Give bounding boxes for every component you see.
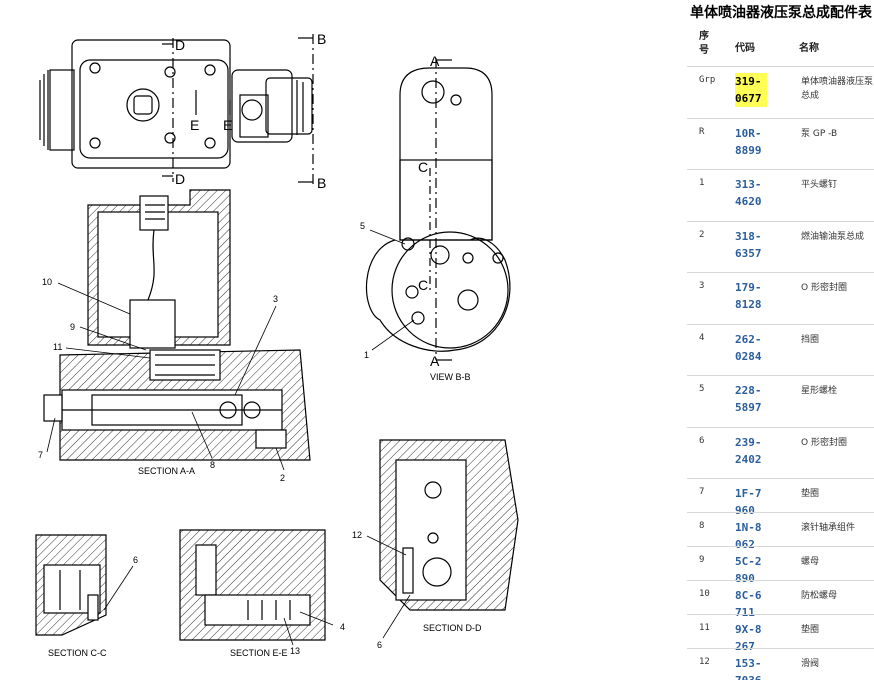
label-c-bottom: C — [418, 277, 428, 293]
parts-row: 10 8C-6711 防松螺母 — [687, 580, 874, 619]
parts-row: 4 262-0284 挡圈 — [687, 323, 874, 377]
parts-row-seq: 2 — [699, 229, 705, 240]
parts-row-code-link[interactable]: 262-0284 — [735, 331, 767, 365]
parts-row: 9 5C-2890 螺母 — [687, 546, 874, 585]
parts-row-code-link[interactable]: 228-5897 — [735, 382, 767, 416]
label-d-bottom: D — [175, 171, 185, 187]
parts-row-seq: 8 — [699, 521, 705, 531]
label-e-left: E — [190, 117, 199, 133]
parts-row: 7 1F-7960 垫圈 — [687, 478, 874, 517]
parts-row-name: O 形密封圈 — [801, 437, 847, 448]
section-ee-drawing — [179, 529, 326, 641]
parts-row-seq: 6 — [699, 435, 705, 446]
callout-11: 11 — [53, 342, 62, 352]
parts-row-name: 挡圈 — [801, 334, 820, 345]
section-cc-caption: SECTION C-C — [48, 648, 107, 658]
parts-row-name: 垫圈 — [801, 625, 820, 635]
parts-row-seq: 11 — [699, 623, 710, 633]
parts-row-name: 单体喷油器液压泵总成 — [801, 77, 874, 101]
label-d-top: D — [175, 37, 185, 53]
parts-row-name: 星形螺栓 — [801, 386, 838, 396]
section-aa-caption: SECTION A-A — [138, 466, 195, 476]
parts-row-name: O 形密封圈 — [801, 283, 847, 293]
callout-3: 3 — [273, 294, 278, 304]
parts-row: 6 239-2402 O 形密封圈 — [687, 426, 874, 480]
parts-row-seq: 1 — [699, 178, 705, 188]
parts-row-code-link[interactable]: 313-4620 — [735, 176, 767, 210]
label-e-right: E — [223, 117, 232, 133]
parts-row-seq: 4 — [699, 332, 705, 343]
parts-row-name: 泵 GP -B — [801, 128, 838, 139]
view-bb-caption: VIEW B-B — [430, 372, 471, 382]
callout-5: 5 — [360, 221, 365, 231]
parts-row-seq: 10 — [699, 589, 710, 599]
top-view-section-marks — [162, 34, 314, 186]
parts-row: 1 313-4620 平头螺钉 — [687, 169, 874, 222]
callout-10: 10 — [42, 277, 52, 287]
section-cc-drawing — [35, 534, 107, 636]
header-code: 代码 — [735, 43, 755, 54]
parts-row-name: 平头螺钉 — [801, 180, 838, 190]
parts-row-code-link[interactable]: 10R-8899 — [735, 125, 767, 159]
parts-row: 8 1N-8062 滚针轴承组件 — [687, 512, 874, 551]
top-view — [39, 39, 313, 169]
callout-8: 8 — [210, 460, 215, 470]
callout-1: 1 — [364, 350, 369, 360]
label-b-bottom: B — [317, 175, 326, 191]
callout-12: 12 — [352, 530, 362, 540]
parts-row-seq: 5 — [699, 384, 705, 394]
parts-row: 12 153-7036 滑阀 — [687, 648, 874, 680]
parts-row-name: 滚针轴承组件 — [801, 523, 856, 533]
section-dd-drawing — [379, 439, 519, 611]
callout-2: 2 — [280, 473, 285, 483]
header-seq: 序 号 — [699, 31, 709, 56]
parts-row: 5 228-5897 星形螺栓 — [687, 375, 874, 428]
parts-row-name: 螺母 — [801, 557, 820, 567]
parts-row: 2 318-6357 燃油输油泵总成 — [687, 220, 874, 274]
label-a-bottom: A — [430, 353, 440, 369]
parts-row: 11 9X-8267 垫圈 — [687, 614, 874, 653]
view-bb-drawing — [365, 58, 511, 361]
label-a-top: A — [430, 53, 440, 69]
section-ee-caption: SECTION E-E — [230, 648, 288, 658]
parts-row-code-link[interactable]: 179-8128 — [735, 279, 767, 313]
parts-row-name: 防松螺母 — [801, 591, 838, 601]
parts-row-code-link[interactable]: 318-6357 — [735, 228, 767, 262]
callout-6-cc: 6 — [133, 555, 138, 565]
callout-6-dd: 6 — [377, 640, 382, 650]
label-c-top: C — [418, 159, 428, 175]
header-name: 名称 — [799, 43, 819, 54]
parts-list-panel: 单体喷油器液压泵总成配件表 序 号 代码 名称 Grp 319-0677 单体喷油器… — [685, 0, 874, 680]
parts-row-code-link[interactable]: 319-0677 — [735, 73, 767, 107]
callout-9: 9 — [70, 322, 75, 332]
parts-list-title: 单体喷油器液压泵总成配件表 — [690, 5, 872, 21]
section-dd-caption: SECTION D-D — [423, 623, 482, 633]
section-aa-drawing — [43, 189, 311, 461]
parts-row-seq: 12 — [699, 657, 710, 667]
label-b-top: B — [317, 31, 326, 47]
parts-row-seq: 3 — [699, 281, 705, 291]
parts-row-seq: Grp — [699, 75, 716, 85]
parts-row-name: 燃油输油泵总成 — [801, 231, 865, 242]
callout-13: 13 — [290, 646, 300, 656]
parts-row-code-link[interactable]: 153-7036 — [735, 655, 767, 680]
parts-diagram: D D B B E E SECTION A-A A A C C VIEW B-B… — [35, 31, 519, 658]
parts-row-name: 垫圈 — [801, 489, 820, 499]
callout-7: 7 — [38, 450, 43, 460]
parts-row-seq: R — [699, 126, 705, 137]
parts-row-seq: 9 — [699, 555, 705, 565]
parts-row: R 10R-8899 泵 GP -B — [687, 117, 874, 171]
parts-row-seq: 7 — [699, 487, 705, 497]
callout-4: 4 — [340, 622, 345, 632]
parts-row-code-link[interactable]: 239-2402 — [735, 434, 767, 468]
parts-row: Grp 319-0677 单体喷油器液压泵总成 — [687, 66, 874, 119]
parts-row: 3 179-8128 O 形密封圈 — [687, 272, 874, 325]
parts-row-name: 滑阀 — [801, 659, 820, 669]
